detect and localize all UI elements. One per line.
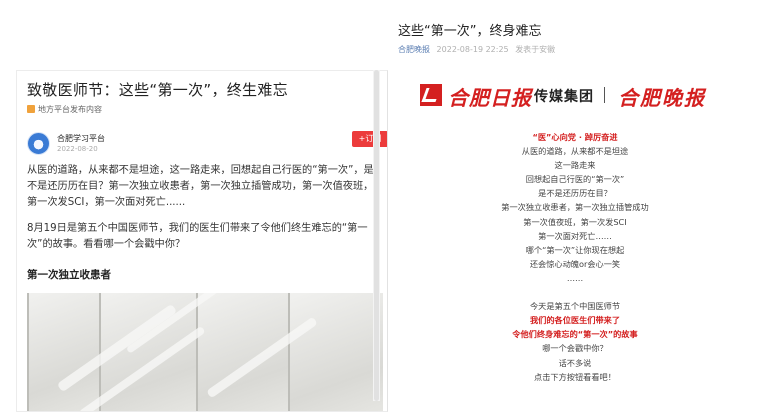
scrollbar-thumb[interactable] [374, 70, 379, 401]
poster-line: 从医的道路，从来都不是坦途 [521, 146, 629, 157]
poster-line: “医”心向党 · 踔厉奋进 [532, 132, 618, 142]
document-icon [27, 105, 35, 113]
poster-line: 哪一个会戳中你？ [542, 343, 608, 354]
right-article-meta: 合肥晚报 2022-08-19 22:25 发表于安徽 [398, 44, 559, 55]
poster-line: 第一次值夜班，第一次发SCI [523, 216, 627, 227]
poster-line: 哪个“第一次”让你现在想起 [525, 244, 625, 255]
right-article-title: 这些“第一次”，终身难忘 [398, 24, 542, 39]
article-title: 致敬医师节：这些“第一次”，终生难忘 [27, 81, 288, 99]
article-paragraph: 8月19日是第五个中国医师节，我们的医生们带来了令他们终生难忘的“第一次”的故事… [27, 223, 368, 250]
publish-datetime: 2022-08-19 22:25 [436, 45, 509, 54]
poster-line: 回想起自己行医的“第一次” [525, 174, 625, 185]
article-image[interactable] [27, 293, 383, 411]
logo-evening-name: 合肥晚报 [618, 86, 706, 110]
logo-paper-name: 合肥日报 [448, 86, 532, 110]
poster-line-gap [470, 285, 680, 299]
poster-line: 点击下方按钮看看吧！ [534, 371, 616, 382]
poster-line: 第一次面对死亡…… [538, 230, 612, 241]
poster-line: 我们的各位医生们带来了 [529, 315, 621, 326]
poster-line: 还会惊心动魄or会心一笑 [529, 258, 621, 269]
image-panel [288, 293, 383, 411]
source-link[interactable]: 合肥晚报 [398, 45, 430, 54]
platform-label-text: 地方平台发布内容 [38, 105, 102, 114]
article-paragraph: 从医的道路，从来都不是坦途，这一路走来，回想起自己行医的“第一次”，是不是还历历… [27, 165, 374, 208]
poster-line: 这一路走来 [554, 160, 596, 171]
author-date: 2022-08-20 [57, 145, 98, 153]
poster-line: 今天是第五个中国医师节 [529, 301, 621, 312]
poster-line: …… [566, 272, 584, 283]
author-name[interactable]: 合肥学习平台 [57, 133, 105, 144]
publish-location: 发表于安徽 [515, 45, 556, 54]
poster-line: 是不是还历历在目？ [538, 188, 612, 199]
article-card: 致敬医师节：这些“第一次”，终生难忘 地方平台发布内容 合肥学习平台 2022-… [16, 70, 388, 412]
image-panel [27, 293, 99, 411]
newspaper-logo-icon [420, 84, 442, 106]
platform-label: 地方平台发布内容 [27, 104, 102, 115]
scrollbar[interactable] [373, 70, 380, 401]
logo-divider [604, 87, 605, 103]
avatar[interactable] [27, 132, 50, 155]
poster-line: 话不多说 [558, 357, 592, 368]
subscribe-button[interactable]: +订阅 [352, 131, 387, 147]
poster-line: 令他们终身难忘的“第一次”的故事 [512, 329, 638, 340]
logo-group-name: 传媒集团 [534, 89, 594, 105]
poster-line: 第一次独立收患者，第一次独立插管成功 [501, 202, 649, 213]
section-heading: 第一次独立收患者 [27, 269, 111, 281]
poster-text: “医”心向党 · 踔厉奋进从医的道路，从来都不是坦途 这一路走来回想起自己行医的“… [470, 130, 680, 384]
